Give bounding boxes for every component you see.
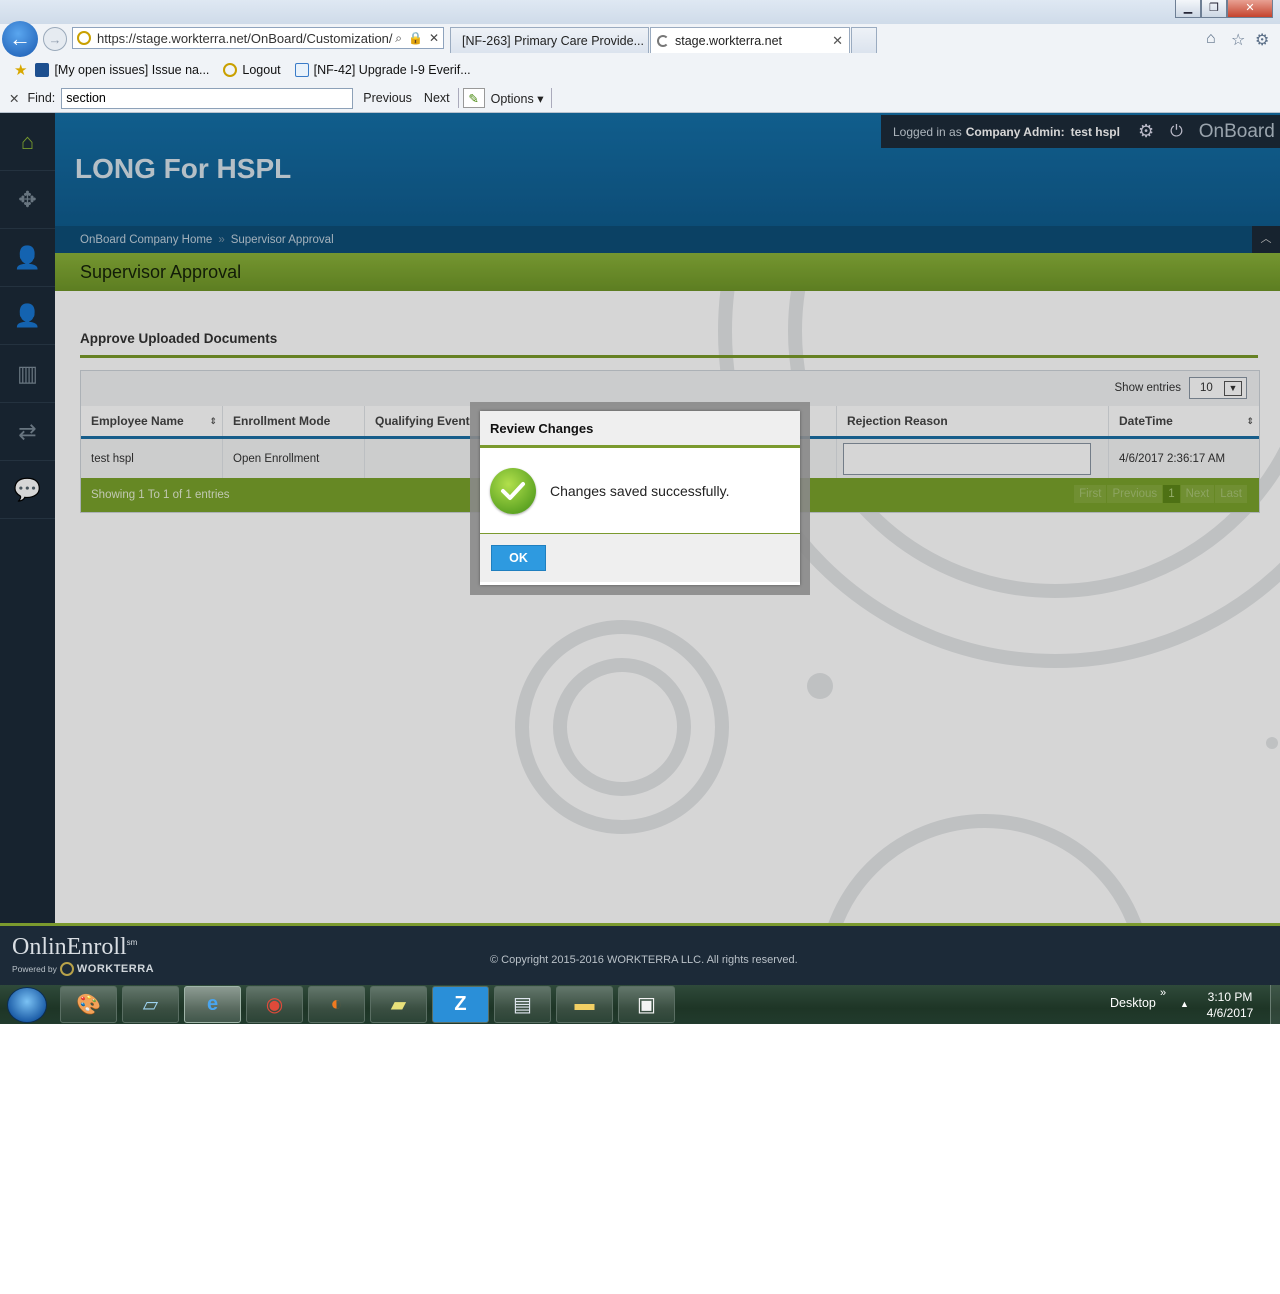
favorite-label: Logout [242, 63, 281, 77]
powered-brand: WORKTERRA [76, 963, 155, 975]
stop-icon[interactable]: ✕ [429, 31, 439, 46]
favorite-label: [NF-42] Upgrade I-9 Everif... [313, 63, 471, 77]
powered-by: Powered by WORKTERRA [12, 962, 154, 976]
tab-jira[interactable]: [NF-263] Primary Care Provide... [450, 27, 649, 53]
back-arrow-icon: ← [9, 26, 31, 51]
favorite-label: [My open issues] Issue na... [54, 63, 210, 77]
tools-gear-icon[interactable]: ⚙ [1255, 30, 1269, 50]
window-titlebar: ▁ ❐ ✕ [0, 0, 1280, 24]
favorites-add-icon[interactable]: ★ [14, 61, 27, 79]
favorite-link-logout[interactable]: Logout [223, 63, 281, 77]
address-bar[interactable]: https://stage.workterra.net/OnBoard/Cust… [72, 27, 444, 49]
tab-label: stage.workterra.net [675, 33, 782, 48]
find-next-button[interactable]: Next [424, 91, 450, 105]
tray-expand-icon[interactable]: ▲ [1180, 999, 1189, 1009]
browser-chrome: ▁ ❐ ✕ ← → https://stage.workterra.net/On… [0, 0, 1280, 113]
powered-by-label: Powered by [12, 964, 57, 974]
find-options-button[interactable]: Options ▾ [491, 91, 544, 106]
tab-close-icon[interactable]: ✕ [832, 33, 843, 49]
jira-icon [35, 63, 50, 77]
close-find-icon[interactable]: ✕ [9, 91, 19, 106]
new-tab-button[interactable] [851, 27, 877, 53]
find-bar: ✕ Find: Previous Next ✎ Options ▾ [0, 85, 1280, 111]
notepad-icon[interactable]: ▱ [122, 986, 179, 1023]
ok-button[interactable]: OK [491, 545, 546, 571]
forward-button[interactable]: → [43, 27, 67, 51]
z-app-icon[interactable]: Z [432, 986, 489, 1023]
lock-icon: 🔒 [407, 30, 423, 45]
system-clock[interactable]: 3:10 PM 4/6/2017 [1202, 989, 1258, 1021]
find-previous-button[interactable]: Previous [363, 91, 412, 105]
find-options-label: Options [490, 91, 534, 106]
back-button[interactable]: ← [2, 21, 38, 57]
dialog-body: Changes saved successfully. [480, 448, 800, 534]
search-icon[interactable]: ⌕ [395, 31, 402, 46]
success-check-icon [490, 467, 536, 514]
ie-page-icon [294, 63, 309, 77]
review-changes-dialog: Review Changes Changes saved successfull… [480, 411, 800, 585]
clock-date: 4/6/2017 [1206, 1006, 1254, 1020]
dialog-title: Review Changes [480, 411, 800, 448]
tab-stage[interactable]: stage.workterra.net ✕ [650, 27, 850, 53]
favorite-link-nf42[interactable]: [NF-42] Upgrade I-9 Everif... [294, 63, 471, 77]
document-icon[interactable]: ▣ [618, 986, 675, 1023]
copyright-text: © Copyright 2015-2016 WORKTERRA LLC. All… [490, 954, 798, 966]
favorite-link-jira[interactable]: [My open issues] Issue na... [35, 63, 209, 77]
internet-explorer-icon[interactable]: e [184, 986, 241, 1023]
dialog-footer: OK [480, 534, 800, 582]
minimize-button[interactable]: ▁ [1175, 0, 1201, 18]
home-icon[interactable]: ⌂ [1206, 30, 1216, 48]
loading-icon [657, 34, 669, 47]
paint-icon[interactable]: 🎨 [60, 986, 117, 1023]
brand-mark: sm [126, 938, 138, 947]
find-label: Find: [27, 91, 56, 105]
address-text: https://stage.workterra.net/OnBoard/Cust… [97, 30, 393, 46]
restore-button[interactable]: ❐ [1201, 0, 1227, 18]
show-desktop-button[interactable] [1270, 985, 1280, 1024]
app-footer: OnlinEnrollsm Powered by WORKTERRA © Cop… [0, 923, 1280, 985]
site-icon [77, 31, 91, 45]
desktop-toolbar-label[interactable]: Desktop [1110, 996, 1156, 1010]
favorites-star-icon[interactable]: ☆ [1231, 30, 1245, 50]
forward-arrow-icon: → [48, 31, 62, 47]
find-input[interactable] [61, 87, 354, 109]
toolbar-expand-icon[interactable]: » [1160, 987, 1166, 999]
close-window-button[interactable]: ✕ [1227, 0, 1273, 18]
favorites-bar: ★ [My open issues] Issue na... Logout [N… [0, 57, 1280, 83]
clock-time: 3:10 PM [1207, 990, 1253, 1004]
workterra-icon [223, 63, 238, 77]
network-folder-icon[interactable]: ▤ [494, 986, 551, 1023]
sticky-notes-icon[interactable]: ▰ [370, 986, 427, 1023]
chrome-icon[interactable]: ◉ [246, 986, 303, 1023]
folder-icon[interactable]: ▬ [556, 986, 613, 1023]
brand-logo: OnlinEnrollsm [12, 934, 137, 961]
windows-taskbar: 🎨 ▱ e ◉ ◐ ▰ Z ▤ ▬ ▣ Desktop » ▲ 3:10 PM … [0, 985, 1280, 1024]
highlight-icon[interactable]: ✎ [462, 88, 485, 108]
dialog-message: Changes saved successfully. [550, 482, 730, 499]
tab-label: [NF-263] Primary Care Provide... [462, 33, 644, 48]
brand-name: OnlinEnroll [12, 934, 127, 960]
workterra-logo-icon [59, 962, 74, 976]
firefox-icon[interactable]: ◐ [308, 986, 365, 1023]
start-button[interactable] [7, 987, 47, 1023]
